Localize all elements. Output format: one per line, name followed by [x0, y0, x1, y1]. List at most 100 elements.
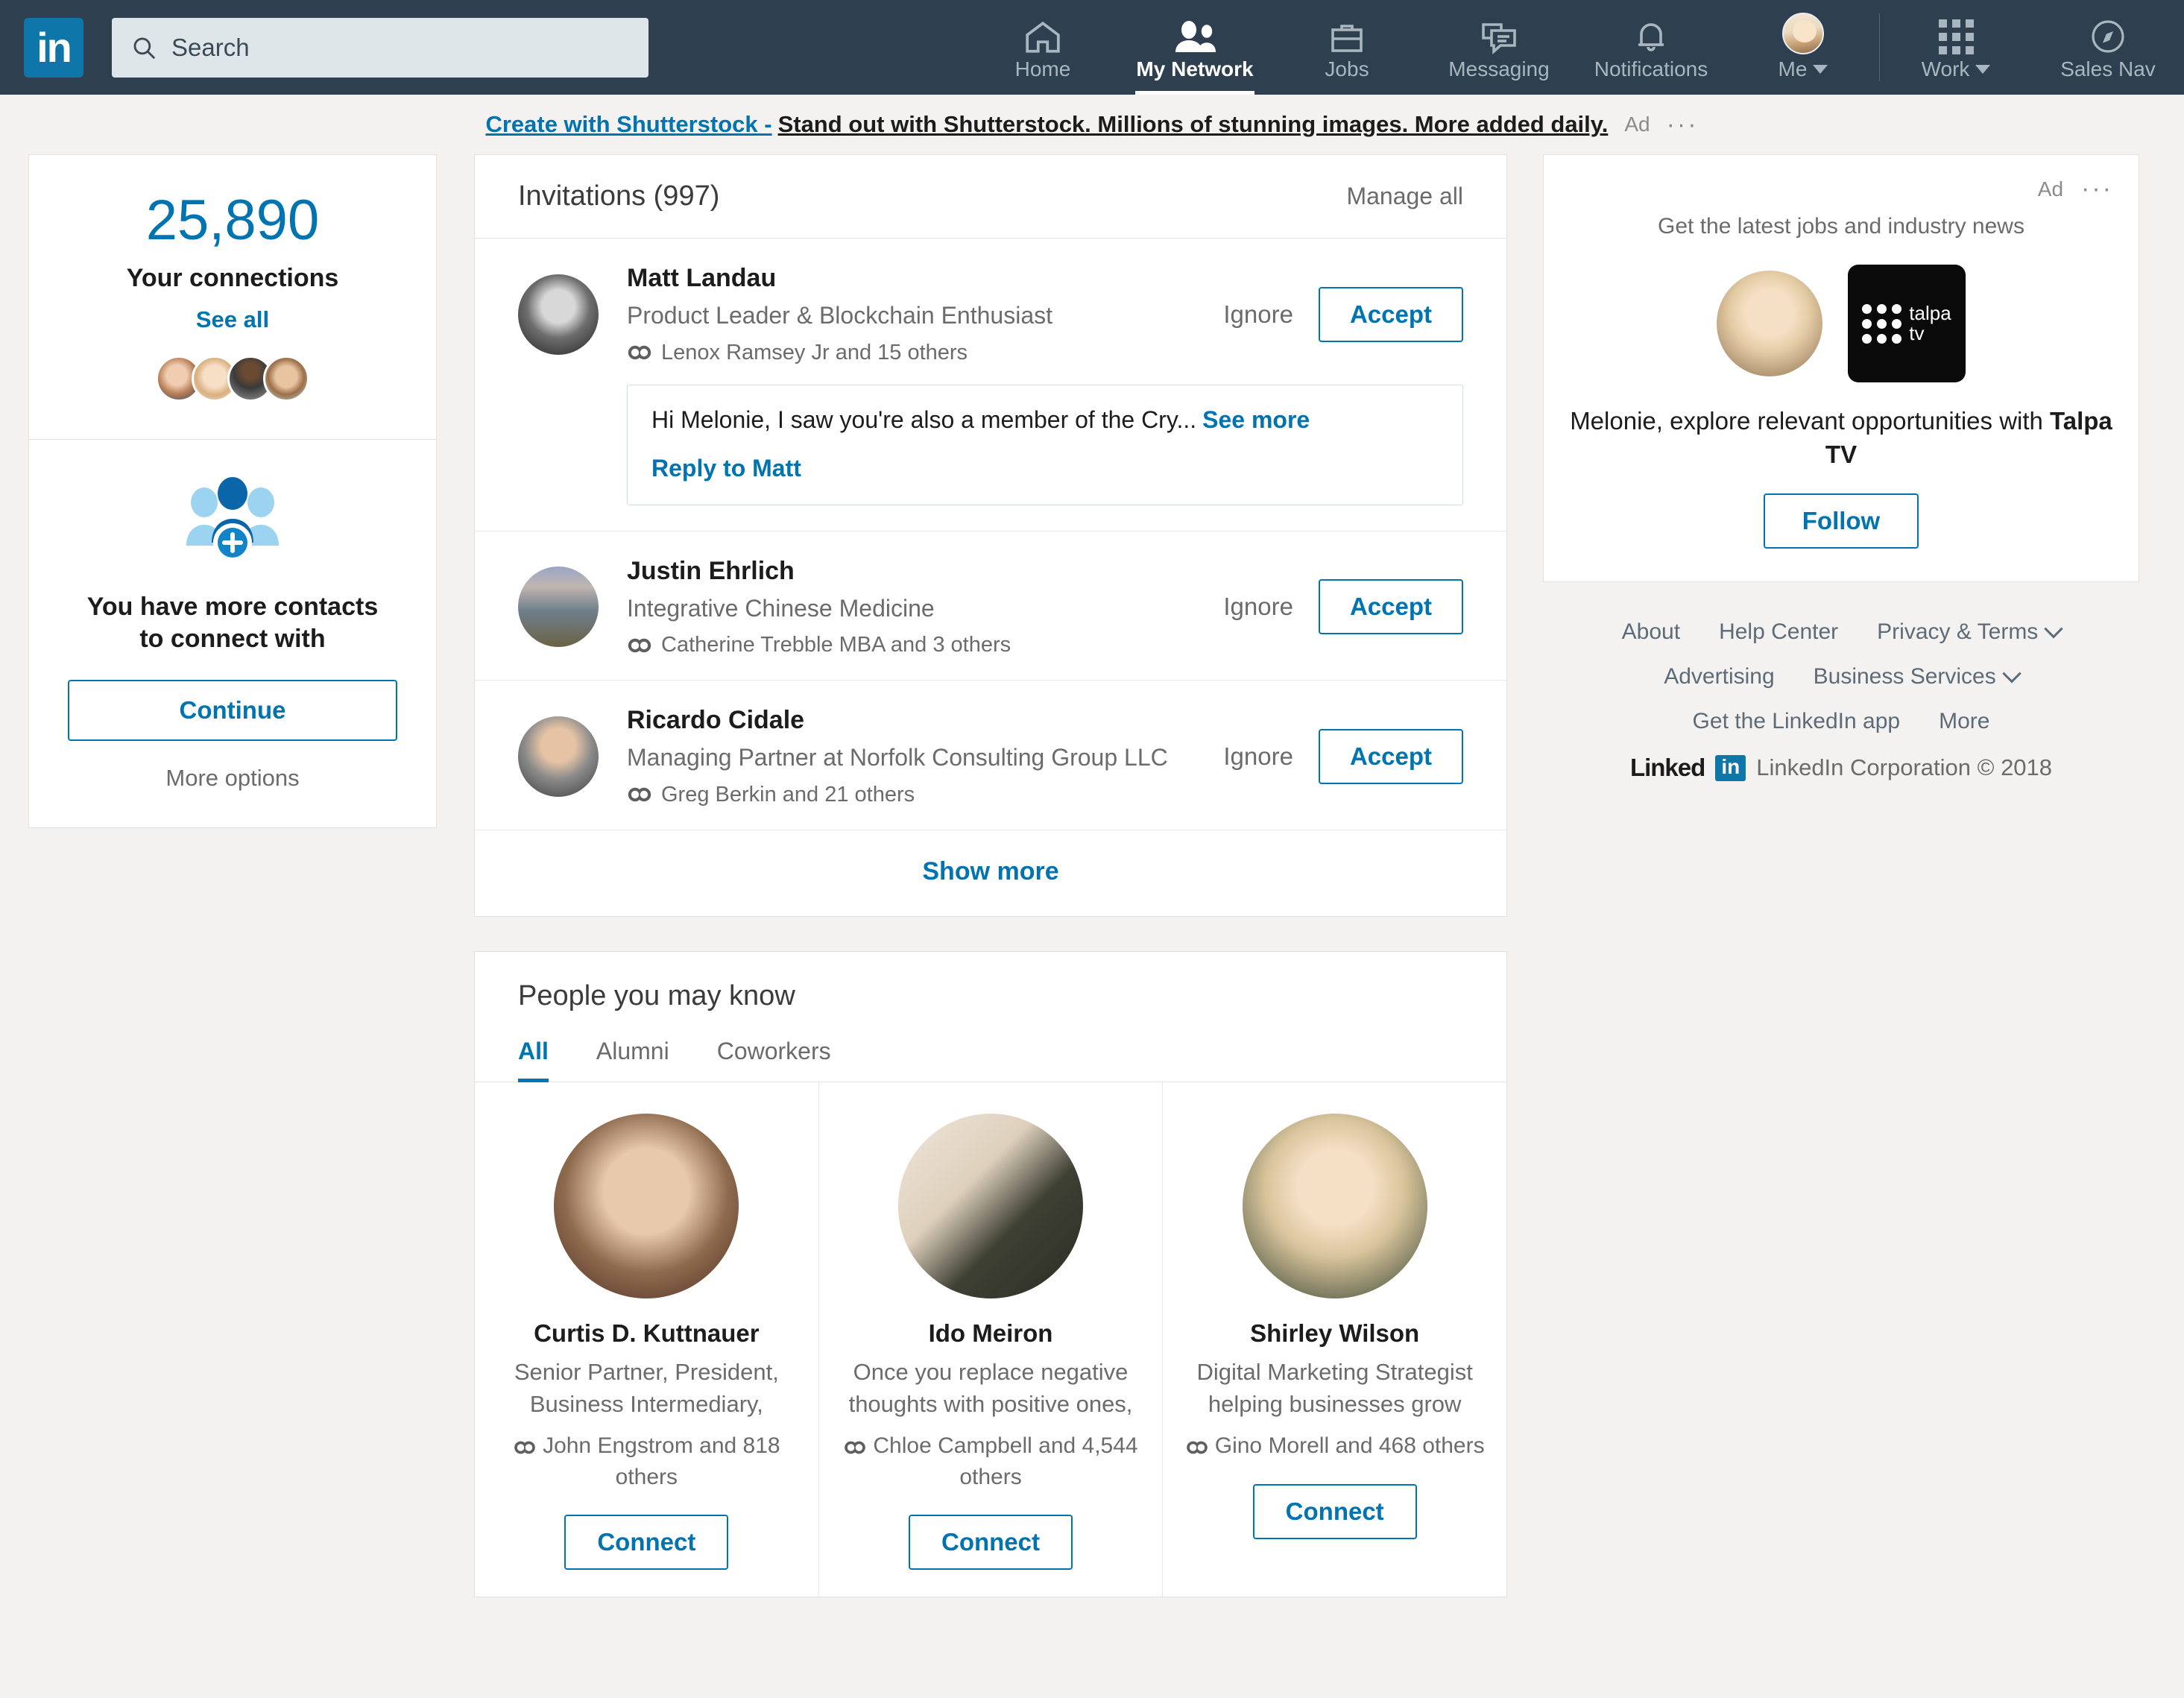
site-footer: About Help Center Privacy & Terms Advert… — [1543, 619, 2139, 782]
avatar[interactable] — [898, 1113, 1083, 1298]
ignore-button[interactable]: Ignore — [1223, 593, 1293, 621]
connections-avatar-stack — [29, 355, 436, 402]
footer-link-more[interactable]: More — [1939, 709, 1989, 734]
connect-button[interactable]: Connect — [1252, 1483, 1417, 1539]
footer-link-about[interactable]: About — [1622, 619, 1680, 645]
more-options-link[interactable]: More options — [68, 765, 397, 792]
nav-label-my-network: My Network — [1136, 57, 1254, 81]
pymk-name[interactable]: Ido Meiron — [836, 1319, 1146, 1348]
footer-link-privacy-terms[interactable]: Privacy & Terms — [1877, 619, 2064, 645]
invitation-row: Ricardo Cidale Managing Partner at Norfo… — [475, 681, 1506, 830]
pymk-name[interactable]: Curtis D. Kuttnauer — [491, 1319, 802, 1348]
nav-label-work: Work — [1921, 57, 1970, 81]
nav-item-sales-nav[interactable]: Sales Nav — [2032, 0, 2184, 95]
avatar[interactable] — [518, 716, 599, 797]
mutual-connections-icon — [845, 1441, 866, 1454]
nav-label-me: Me — [1778, 57, 1808, 81]
invitation-row: Matt Landau Product Leader & Blockchain … — [475, 239, 1506, 531]
pymk-title: People you may know — [518, 979, 795, 1011]
left-rail: 25,890 Your connections See all You have… — [28, 154, 437, 828]
search-input[interactable]: Search — [112, 17, 648, 78]
pymk-person-card: Shirley Wilson Digital Marketing Strateg… — [1163, 1082, 1506, 1597]
nav-item-work[interactable]: Work — [1880, 0, 2032, 95]
footer-link-business-services[interactable]: Business Services — [1814, 664, 2022, 689]
nav-item-notifications[interactable]: Notifications — [1575, 0, 1727, 95]
sponsored-banner-text[interactable]: Stand out with Shutterstock. Millions of… — [778, 111, 1609, 138]
page-body: 25,890 Your connections See all You have… — [0, 154, 2184, 1598]
invitation-headline: Product Leader & Blockchain Enthusiast — [627, 302, 1052, 329]
tab-all[interactable]: All — [518, 1038, 549, 1082]
avatar[interactable] — [1242, 1113, 1427, 1298]
tab-coworkers[interactable]: Coworkers — [717, 1038, 831, 1082]
footer-link-get-app[interactable]: Get the LinkedIn app — [1693, 709, 1901, 734]
continue-button[interactable]: Continue — [68, 679, 397, 741]
pymk-person-card: Ido Meiron Once you replace negative tho… — [819, 1082, 1164, 1597]
home-icon — [1024, 14, 1061, 54]
invitation-mutual-connections: Lenox Ramsey Jr and 15 others — [627, 341, 1202, 365]
people-you-may-know-card: People you may know All Alumni Coworkers… — [474, 950, 1507, 1598]
accept-button[interactable]: Accept — [1318, 579, 1463, 635]
connect-button[interactable]: Connect — [909, 1515, 1073, 1571]
footer-row: Get the LinkedIn app More — [1543, 709, 2139, 734]
footer-link-help-center[interactable]: Help Center — [1719, 619, 1838, 645]
add-contacts-title-line2: to connect with — [139, 625, 326, 654]
avatar[interactable] — [518, 274, 599, 355]
add-contacts-title-line1: You have more contacts — [86, 592, 379, 621]
follow-button[interactable]: Follow — [1763, 493, 1919, 549]
nav-item-messaging[interactable]: Messaging — [1423, 0, 1575, 95]
invitation-name[interactable]: Matt Landau — [627, 264, 1202, 293]
tab-alumni[interactable]: Alumni — [596, 1038, 669, 1082]
right-rail: Ad ··· Get the latest jobs and industry … — [1543, 154, 2139, 782]
linkedin-logo[interactable]: in — [24, 17, 83, 78]
overflow-menu-icon[interactable]: ··· — [1667, 110, 1699, 139]
overflow-menu-icon[interactable]: ··· — [2081, 174, 2113, 203]
chevron-down-icon — [1975, 64, 1991, 74]
invitation-headline: Integrative Chinese Medicine — [627, 594, 935, 622]
network-icon — [1174, 14, 1216, 54]
nav-item-me[interactable]: Me — [1727, 0, 1879, 95]
avatar[interactable] — [518, 566, 599, 648]
compass-icon — [2090, 14, 2126, 54]
pymk-headline: Digital Marketing Strategist helping bus… — [1196, 1358, 1473, 1417]
pymk-headline: Once you replace negative thoughts with … — [848, 1358, 1133, 1417]
add-contacts-title: You have more contacts to connect with — [68, 591, 397, 656]
invitation-mutual-connections: Greg Berkin and 21 others — [627, 783, 1202, 807]
main-feed: Invitations (997) Manage all Matt Landau… — [474, 154, 1507, 1598]
avatar — [263, 355, 309, 402]
bell-icon — [1635, 14, 1667, 54]
sponsored-banner-ad-tag: Ad — [1624, 113, 1650, 136]
see-more-link[interactable]: See more — [1202, 406, 1310, 433]
ignore-button[interactable]: Ignore — [1223, 300, 1293, 329]
pymk-name[interactable]: Shirley Wilson — [1179, 1319, 1490, 1348]
nav-label-jobs: Jobs — [1325, 57, 1369, 81]
footer-brand: Linked in LinkedIn Corporation © 2018 — [1543, 754, 2139, 782]
show-more-button[interactable]: Show more — [922, 857, 1058, 886]
pymk-mutual-text: John Engstrom and 818 others — [543, 1433, 780, 1489]
see-all-connections-link[interactable]: See all — [29, 306, 436, 333]
avatar[interactable] — [554, 1113, 739, 1298]
invitation-name[interactable]: Justin Ehrlich — [627, 557, 1202, 586]
footer-link-advertising[interactable]: Advertising — [1664, 664, 1774, 689]
connect-button[interactable]: Connect — [564, 1515, 729, 1571]
nav-item-home[interactable]: Home — [967, 0, 1119, 95]
pymk-tabs: All Alumni Coworkers — [475, 1038, 1506, 1082]
ad-card-images: talpa tv — [1569, 265, 2113, 382]
ignore-button[interactable]: Ignore — [1223, 742, 1293, 771]
chevron-down-icon — [2002, 664, 2022, 684]
reply-link[interactable]: Reply to Matt — [651, 455, 1439, 482]
manage-all-link[interactable]: Manage all — [1346, 183, 1463, 210]
accept-button[interactable]: Accept — [1318, 286, 1463, 342]
nav-item-jobs[interactable]: Jobs — [1271, 0, 1423, 95]
accept-button[interactable]: Accept — [1318, 728, 1463, 784]
invitation-mutual-text: Greg Berkin and 21 others — [661, 782, 915, 807]
show-more-row: Show more — [475, 830, 1506, 916]
invitation-name[interactable]: Ricardo Cidale — [627, 706, 1202, 735]
pymk-mutual-connections: John Engstrom and 818 others — [491, 1430, 802, 1492]
messaging-icon — [1481, 14, 1517, 54]
avatar — [1717, 271, 1822, 376]
footer-row: Advertising Business Services — [1543, 664, 2139, 689]
nav-label-sales-nav: Sales Nav — [2060, 57, 2156, 81]
invitations-title: Invitations (997) — [518, 180, 720, 212]
nav-item-my-network[interactable]: My Network — [1119, 0, 1271, 95]
sponsored-banner-link[interactable]: Create with Shutterstock - — [485, 111, 771, 138]
